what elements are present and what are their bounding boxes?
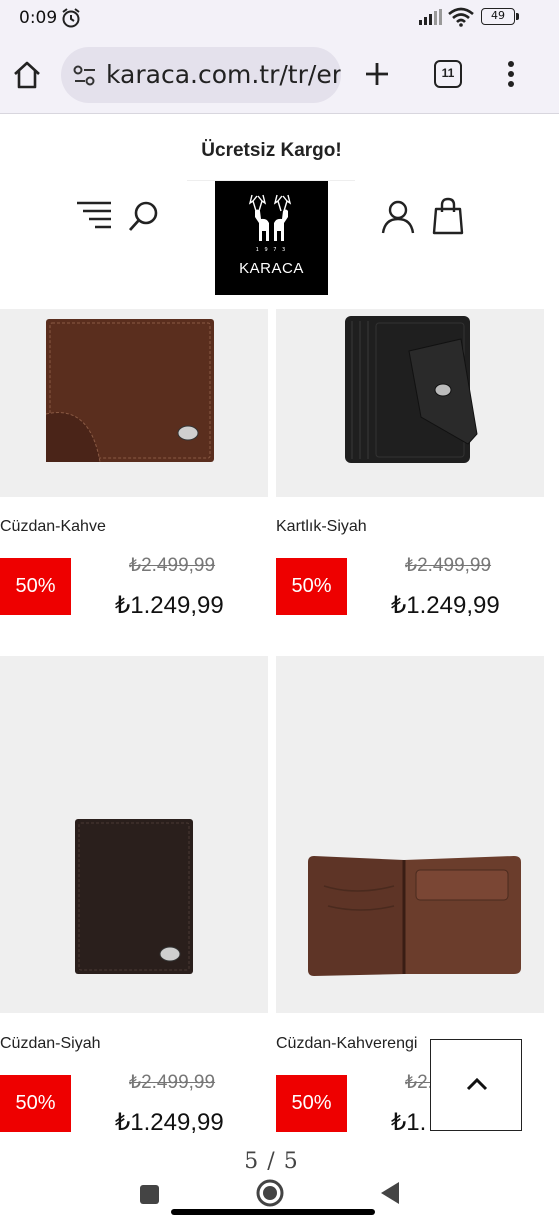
old-price: ₺2. xyxy=(405,1072,433,1093)
discount-badge: 50% xyxy=(0,558,71,615)
sale-price: ₺1.249,99 xyxy=(115,1109,224,1136)
battery-icon: 49 xyxy=(481,8,519,25)
home-nav-icon[interactable] xyxy=(255,1178,285,1208)
product-card[interactable]: Cüzdan-Siyah 50% ₺2.499,99 ₺1.249,99 xyxy=(0,656,268,1136)
product-image[interactable] xyxy=(0,309,268,497)
promo-banner: Ücretsiz Kargo! xyxy=(201,140,342,161)
status-bar: 0:09 49 xyxy=(0,0,559,36)
product-name[interactable]: Cüzdan-Kahve xyxy=(0,518,106,536)
status-time: 0:09 xyxy=(19,8,58,28)
shopping-bag-icon[interactable] xyxy=(432,197,464,235)
site-settings-icon[interactable] xyxy=(73,65,97,87)
wallet-brown-image xyxy=(45,319,214,463)
product-name[interactable]: Cüzdan-Kahverengi xyxy=(276,1035,417,1053)
hamburger-menu-icon[interactable] xyxy=(75,200,113,230)
deer-logo-icon: 1 9 7 3 xyxy=(248,194,292,253)
old-price: ₺2.499,99 xyxy=(129,555,216,576)
address-bar[interactable]: karaca.com.tr/tr/erke xyxy=(61,47,341,103)
new-tab-icon[interactable] xyxy=(363,60,391,88)
wallet-brown-open-image xyxy=(308,856,521,976)
scroll-to-top-button[interactable] xyxy=(430,1039,522,1131)
more-options-icon[interactable] xyxy=(507,60,515,88)
sale-price: ₺1.249,99 xyxy=(115,592,224,619)
old-price: ₺2.499,99 xyxy=(129,1072,216,1093)
discount-badge: 50% xyxy=(276,558,347,615)
tab-switcher-button[interactable]: 11 xyxy=(434,60,462,88)
user-account-icon[interactable] xyxy=(381,199,415,235)
logo-text: KARACA xyxy=(239,260,304,277)
sale-price: ₺1. xyxy=(391,1109,427,1136)
product-card[interactable]: Cüzdan-Kahve 50% ₺2.499,99 ₺1.249,99 xyxy=(0,309,268,619)
system-nav-bar xyxy=(0,1165,559,1227)
browser-toolbar: karaca.com.tr/tr/erke 11 xyxy=(0,36,559,114)
url-text: karaca.com.tr/tr/erke xyxy=(106,60,341,89)
discount-badge: 50% xyxy=(0,1075,71,1132)
product-image[interactable] xyxy=(276,656,544,1013)
old-price: ₺2.499,99 xyxy=(405,555,492,576)
sale-price: ₺1.249,99 xyxy=(391,592,500,619)
product-name[interactable]: Cüzdan-Siyah xyxy=(0,1035,101,1053)
product-name[interactable]: Kartlık-Siyah xyxy=(276,518,367,536)
cardholder-black-image xyxy=(345,316,478,463)
product-card[interactable]: Kartlık-Siyah 50% ₺2.499,99 ₺1.249,99 xyxy=(276,309,544,619)
gesture-handle[interactable] xyxy=(171,1209,375,1215)
wifi-icon xyxy=(448,7,474,27)
search-icon[interactable] xyxy=(127,199,161,233)
svg-text:1 9 7 3: 1 9 7 3 xyxy=(256,247,288,253)
product-image[interactable] xyxy=(276,309,544,497)
back-nav-icon[interactable] xyxy=(379,1180,401,1206)
alarm-icon xyxy=(62,8,80,28)
signal-icon xyxy=(419,9,442,25)
recents-icon[interactable] xyxy=(140,1185,159,1204)
wallet-black-image xyxy=(75,819,193,974)
brand-logo[interactable]: 1 9 7 3 KARACA xyxy=(215,181,328,295)
chevron-up-icon xyxy=(466,1077,488,1091)
discount-badge: 50% xyxy=(276,1075,347,1132)
product-image[interactable] xyxy=(0,656,268,1013)
home-icon[interactable] xyxy=(12,60,42,90)
